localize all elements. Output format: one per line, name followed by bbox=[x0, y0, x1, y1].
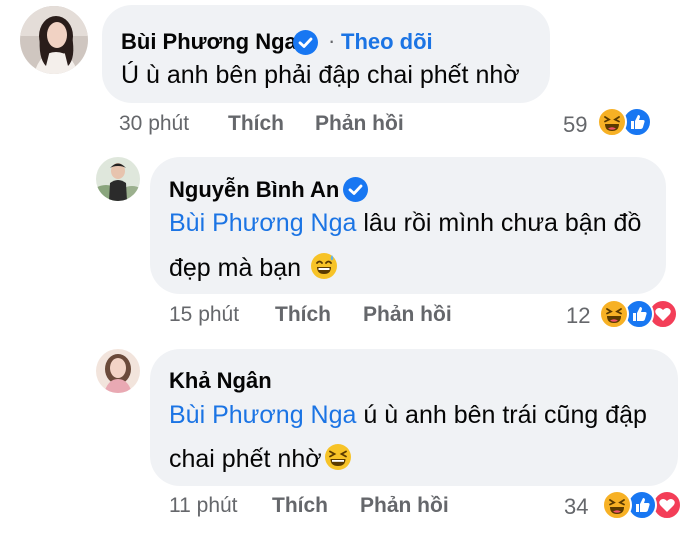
laughing-emoji-icon bbox=[324, 443, 352, 478]
reply-button[interactable]: Phản hồi bbox=[315, 112, 404, 136]
like-button[interactable]: Thích bbox=[272, 494, 328, 518]
comment-time: 30 phút bbox=[119, 112, 190, 135]
like-button[interactable]: Thích bbox=[228, 112, 284, 136]
avatar[interactable] bbox=[96, 157, 140, 201]
comment-text: lâu rồi mình chưa bận đồ bbox=[356, 209, 642, 237]
follow-link[interactable]: Theo dõi bbox=[341, 29, 433, 55]
reaction-count[interactable]: 59 bbox=[563, 112, 587, 138]
author-name[interactable]: Khả Ngân bbox=[169, 368, 272, 394]
comment-text-line-1: Bùi Phương Nga lâu rồi mình chưa bận đồ bbox=[169, 208, 641, 238]
haha-icon[interactable] bbox=[599, 299, 629, 329]
mention-link[interactable]: Bùi Phương Nga bbox=[169, 209, 356, 237]
verified-badge-icon bbox=[293, 30, 318, 55]
avatar[interactable] bbox=[20, 6, 88, 74]
comment-text-line-2: chai phết nhờ bbox=[169, 443, 352, 478]
reply-button[interactable]: Phản hồi bbox=[360, 494, 449, 518]
mention-link[interactable]: Bùi Phương Nga bbox=[169, 401, 356, 429]
author-name[interactable]: Nguyễn Bình An bbox=[169, 177, 339, 203]
avatar[interactable] bbox=[96, 349, 140, 393]
comment-text: đẹp mà bạn bbox=[169, 254, 302, 282]
comment-text-line-1: Bùi Phương Nga ú ù anh bên trái cũng đập bbox=[169, 400, 647, 430]
comment-time: 11 phút bbox=[169, 494, 238, 517]
separator-dot: · bbox=[328, 28, 336, 53]
reaction-count[interactable]: 34 bbox=[564, 494, 588, 520]
comment-text: chai phết nhờ bbox=[169, 445, 322, 473]
comment-text: Ú ù anh bên phải đập chai phết nhờ bbox=[121, 61, 520, 89]
comment-text-line-2: đẹp mà bạn bbox=[169, 252, 338, 287]
author-name[interactable]: Bùi Phương Nga bbox=[121, 29, 297, 55]
comment-time: 15 phút bbox=[169, 303, 240, 326]
reaction-count[interactable]: 12 bbox=[566, 303, 590, 329]
haha-icon[interactable] bbox=[597, 107, 627, 137]
comment-text: ú ù anh bên trái cũng đập bbox=[356, 401, 647, 429]
like-button[interactable]: Thích bbox=[275, 303, 331, 327]
verified-badge-icon bbox=[343, 177, 368, 202]
sweat-smile-emoji-icon bbox=[310, 252, 338, 287]
haha-icon[interactable] bbox=[602, 490, 632, 520]
reply-button[interactable]: Phản hồi bbox=[363, 303, 452, 327]
